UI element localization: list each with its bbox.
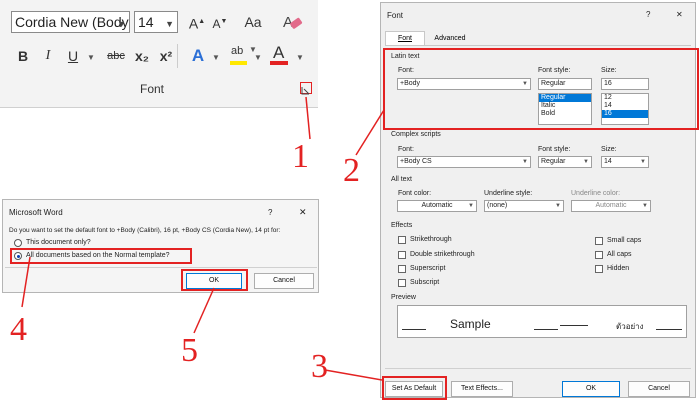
step-number-4: 4 <box>10 311 27 348</box>
step-number-2: 2 <box>343 152 360 189</box>
step-number-1: 1 <box>292 138 309 175</box>
step-number-3: 3 <box>311 348 328 385</box>
step-number-5: 5 <box>181 332 198 369</box>
annotation-lines <box>21 96 385 381</box>
